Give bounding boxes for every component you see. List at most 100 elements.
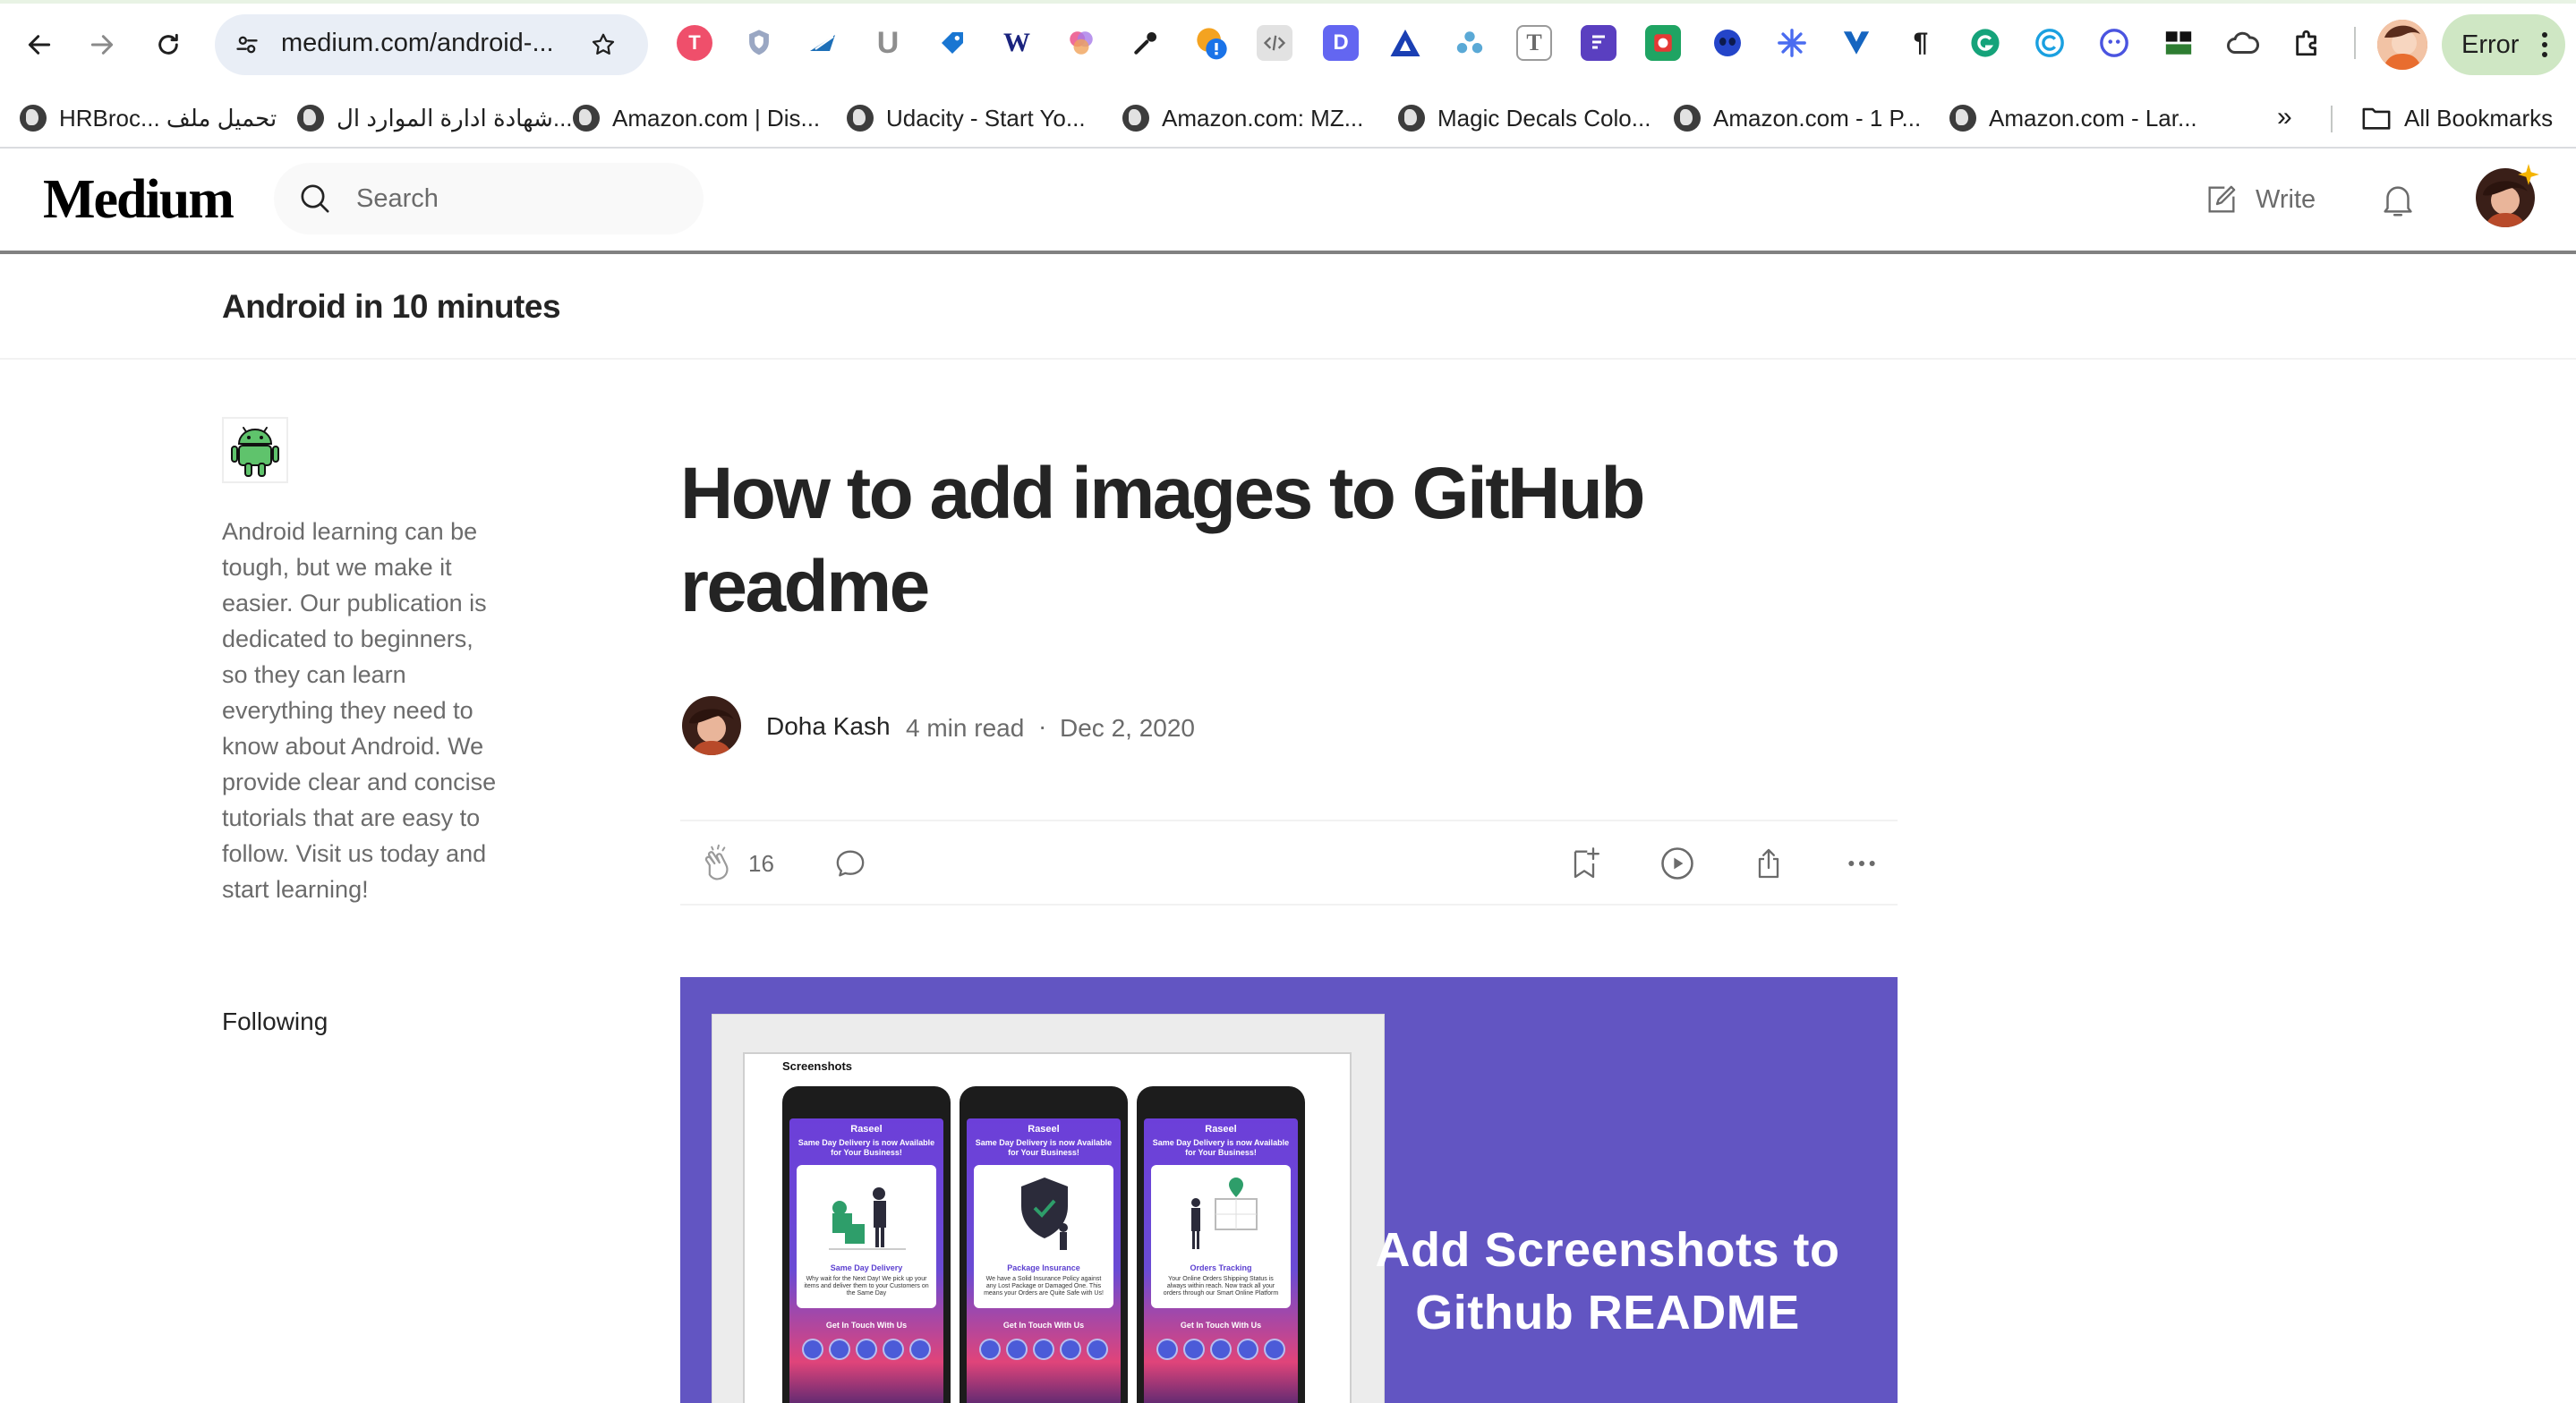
play-icon xyxy=(1661,847,1693,880)
v-icon[interactable] xyxy=(1838,25,1874,61)
search-input[interactable] xyxy=(356,181,678,217)
browser-menu-icon[interactable] xyxy=(2535,27,2555,63)
dots-icon[interactable] xyxy=(1452,25,1488,61)
publication-name[interactable]: Android in 10 minutes xyxy=(222,288,561,326)
back-button[interactable] xyxy=(14,20,64,70)
contact-icons xyxy=(802,1339,931,1362)
notify-icon[interactable] xyxy=(1194,25,1230,61)
bookmark-1[interactable]: HRBroc... تحميل ملف xyxy=(20,102,277,134)
all-bookmarks-button[interactable]: All Bookmarks xyxy=(2361,102,2553,134)
pilcrow-icon[interactable]: ¶ xyxy=(1903,25,1939,61)
globe-icon xyxy=(297,105,324,132)
folder-icon xyxy=(2362,107,2391,130)
grid-icon[interactable] xyxy=(2161,25,2196,61)
feature-card: Package Insurance We have a Solid Insura… xyxy=(974,1165,1113,1308)
bookmark-3[interactable]: Amazon.com | Dis... xyxy=(573,102,820,134)
record-icon[interactable] xyxy=(1645,25,1681,61)
triangle-icon[interactable] xyxy=(1387,25,1423,61)
bookmark-8[interactable]: Amazon.com - Lar... xyxy=(1949,102,2197,134)
listen-button[interactable] xyxy=(1658,843,1697,884)
site-header: Medium Write xyxy=(0,149,2576,251)
share-button[interactable] xyxy=(1751,843,1787,884)
search-box[interactable] xyxy=(274,163,704,234)
android-icon xyxy=(231,427,279,477)
feature-text: Why wait for the Next Day! We pick up yo… xyxy=(804,1276,929,1297)
reload-icon xyxy=(158,33,178,55)
bookmark-label: شهادة ادارة الموارد ال... xyxy=(337,104,573,132)
globe-icon xyxy=(1949,105,1976,132)
reload-button[interactable] xyxy=(143,20,193,70)
bookmarks-divider xyxy=(2331,106,2333,132)
medium-logo[interactable]: Medium xyxy=(43,168,235,232)
error-label: Error xyxy=(2461,30,2520,59)
feature-card: Same Day Delivery Why wait for the Next … xyxy=(797,1165,936,1308)
profile-avatar-icon xyxy=(2377,20,2427,70)
forward-arrow-icon xyxy=(90,35,114,55)
bookmarks-bar: HRBroc... تحميل ملف شهادة ادارة الموارد … xyxy=(0,89,2576,147)
asterisk-icon[interactable] xyxy=(1774,25,1810,61)
bookmark-6[interactable]: Magic Decals Colo... xyxy=(1398,102,1651,134)
notifications-button[interactable] xyxy=(2377,179,2418,220)
face-icon[interactable] xyxy=(2096,25,2132,61)
w-icon[interactable]: W xyxy=(999,25,1035,61)
save-button[interactable] xyxy=(1566,843,1602,884)
browser-error-button[interactable]: Error xyxy=(2442,14,2565,75)
publication-logo[interactable] xyxy=(222,417,288,483)
shield-icon[interactable] xyxy=(741,25,777,61)
alien-icon[interactable] xyxy=(1710,25,1745,61)
bird-icon[interactable] xyxy=(806,25,841,61)
t-icon[interactable]: T xyxy=(1516,25,1552,61)
c-icon[interactable] xyxy=(2032,25,2068,61)
clap-icon xyxy=(704,844,729,880)
article-title: How to add images to GitHub readme xyxy=(680,453,1645,627)
tab-strip-edge xyxy=(0,0,2576,4)
publish-date: Dec 2, 2020 xyxy=(1060,714,1195,742)
clap-button[interactable]: 16 xyxy=(698,843,774,884)
cloud-icon[interactable] xyxy=(2225,25,2261,61)
site-info-button[interactable] xyxy=(229,27,265,63)
bookmark-7[interactable]: Amazon.com - 1 P... xyxy=(1674,102,1921,134)
comment-button[interactable] xyxy=(832,843,868,884)
browser-profile-avatar[interactable] xyxy=(2377,20,2427,70)
write-icon xyxy=(2208,185,2236,213)
globe-icon xyxy=(573,105,600,132)
tag-icon[interactable] xyxy=(934,25,970,61)
bookmark-2[interactable]: شهادة ادارة الموارد ال... xyxy=(297,102,573,134)
sparkle-icon xyxy=(2518,164,2539,185)
app-brand: Raseel xyxy=(1205,1124,1237,1135)
clap-count: 16 xyxy=(748,849,774,877)
app-heading: Same Day Delivery is now Available for Y… xyxy=(975,1138,1113,1157)
author-avatar[interactable] xyxy=(682,696,741,755)
delivery-illustration-icon xyxy=(829,1187,906,1250)
pinwheel-icon[interactable] xyxy=(1063,25,1099,61)
screenshots-label: Screenshots xyxy=(782,1059,853,1073)
d-icon[interactable]: D xyxy=(1323,25,1359,61)
write-button[interactable]: Write xyxy=(2204,179,2316,220)
todoist-icon[interactable]: T xyxy=(677,25,712,61)
puzzle-icon[interactable] xyxy=(2290,25,2325,61)
author-name[interactable]: Doha Kash xyxy=(766,712,891,741)
following-button[interactable]: Following xyxy=(222,1008,328,1036)
u-icon[interactable]: U xyxy=(870,25,906,61)
more-options-button[interactable] xyxy=(1844,843,1880,884)
phone-mockup: Raseel Same Day Delivery is now Availabl… xyxy=(1137,1086,1305,1403)
star-icon xyxy=(592,33,615,55)
bookmark-star-button[interactable] xyxy=(585,27,621,63)
forward-button[interactable] xyxy=(77,20,127,70)
eyedropper-icon[interactable] xyxy=(1128,25,1164,61)
bookmark-4[interactable]: Udacity - Start Yo... xyxy=(847,102,1086,134)
bookmark-5[interactable]: Amazon.com: MZ... xyxy=(1122,102,1363,134)
phone-screen: Raseel Same Day Delivery is now Availabl… xyxy=(789,1118,943,1403)
contact-heading: Get In Touch With Us xyxy=(1180,1321,1262,1330)
globe-icon xyxy=(1674,105,1701,132)
comment-icon xyxy=(836,850,865,877)
grammarly-icon[interactable] xyxy=(1967,25,2003,61)
article-hero-image: Screenshots Raseel Same Day Delivery is … xyxy=(680,977,1898,1403)
address-bar[interactable]: medium.com/android-... xyxy=(215,14,648,75)
feature-text: Your Online Orders Shipping Status is al… xyxy=(1163,1276,1279,1297)
insurance-shield-icon xyxy=(1021,1178,1068,1250)
form-icon[interactable] xyxy=(1581,25,1616,61)
url-text[interactable]: medium.com/android-... xyxy=(281,29,554,58)
code-icon[interactable] xyxy=(1257,25,1292,61)
more-bookmarks-button[interactable]: » xyxy=(2277,102,2292,132)
